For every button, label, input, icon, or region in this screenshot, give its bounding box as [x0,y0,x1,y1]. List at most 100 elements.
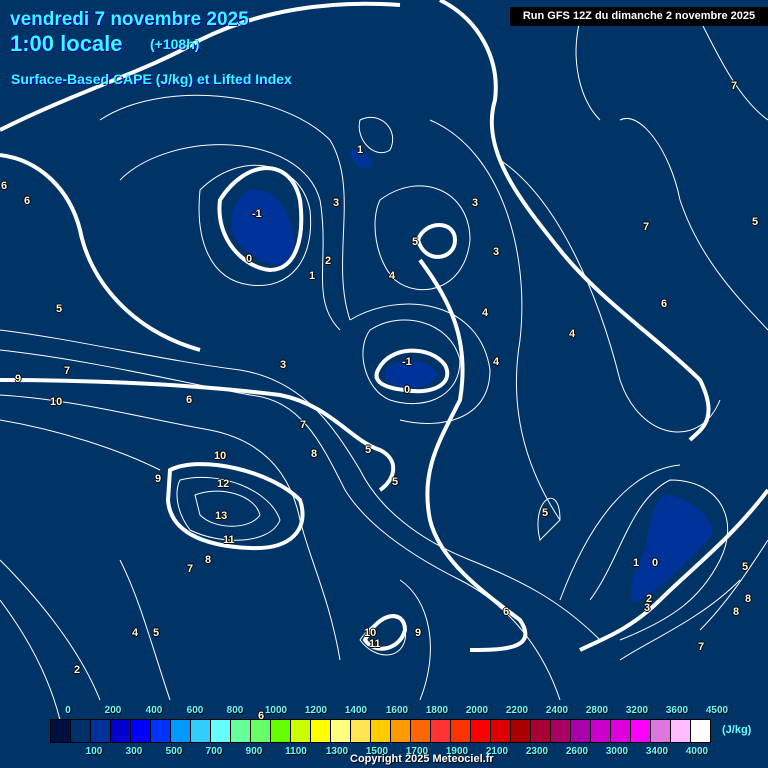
legend-tick: 2000 [465,705,489,716]
legend-tick: 1000 [264,705,288,716]
legend-tick: 500 [165,746,183,757]
legend-swatch [671,720,691,742]
copyright: Copyright 2025 Meteociel.fr [350,753,494,765]
legend-swatch [271,720,291,742]
thin-contours [0,19,768,721]
legend-swatch [251,720,271,742]
contour-label: 1 [633,557,640,569]
contour-label: 7 [300,419,307,431]
legend-swatch [631,720,651,742]
contour-label: -1 [402,356,412,368]
contour-label: 11 [223,534,235,546]
contour-label: 3 [644,602,651,614]
legend-tick: 2200 [505,705,529,716]
legend-tick: 2800 [585,705,609,716]
legend-tick: 1300 [325,746,349,757]
legend-tick: 3400 [645,746,669,757]
contour-label: 1 [357,144,364,156]
legend-tick: 600 [186,705,204,716]
legend-swatch [391,720,411,742]
legend-swatch [571,720,591,742]
parameter-title: Surface-Based CAPE (J/kg) et Lifted Inde… [11,71,292,87]
contour-label: 8 [733,606,740,618]
legend-tick: 200 [104,705,122,716]
forecast-hour: 1:00 locale [10,31,123,56]
legend-color-bar [50,719,711,743]
legend-swatch [551,720,571,742]
legend-swatch [91,720,111,742]
legend-swatch [491,720,511,742]
legend-swatch [131,720,151,742]
legend-swatch [151,720,171,742]
legend-tick: 300 [125,746,143,757]
contour-label: 4 [389,270,396,282]
legend-tick: 800 [226,705,244,716]
legend-tick: 2600 [565,746,589,757]
legend-tick: 2300 [525,746,549,757]
contour-label: 3 [472,197,479,209]
legend-tick: 2400 [545,705,569,716]
legend-swatch [51,720,71,742]
legend-swatch [591,720,611,742]
legend-swatch [171,720,191,742]
legend-swatch [211,720,231,742]
forecast-date: vendredi 7 novembre 2025 [10,9,249,30]
contour-label: 8 [311,448,318,460]
legend-swatch [71,720,91,742]
contour-label: 9 [415,627,422,639]
contour-label: 6 [661,298,668,310]
legend-swatch [111,720,131,742]
legend-tick: 700 [205,746,223,757]
legend-swatch [691,720,710,742]
weather-map: vendredi 7 novembre 2025 1:00 locale (+1… [0,0,768,768]
li-area-west [231,189,295,265]
legend-tick: 4500 [705,705,729,716]
legend-swatch [451,720,471,742]
contour-label: -1 [252,208,262,220]
contour-map [0,0,768,721]
contour-label: 0 [652,557,659,569]
contour-label: 9 [155,473,162,485]
legend-tick: 3000 [605,746,629,757]
legend-swatch [351,720,371,742]
contour-label: 4 [493,356,500,368]
legend-tick: 100 [85,746,103,757]
legend-swatch [431,720,451,742]
legend-swatch [611,720,631,742]
contour-label: 5 [412,236,419,248]
contour-label: 7 [64,365,71,377]
legend-swatch [331,720,351,742]
contour-label: 7 [643,221,650,233]
contour-label: 10 [50,396,63,408]
legend-tick: 900 [245,746,263,757]
contour-label: 3 [493,246,500,258]
legend-tick: 1800 [425,705,449,716]
contour-label: 2 [325,255,332,267]
contour-label: 13 [215,510,228,522]
legend-swatch [471,720,491,742]
contour-label: 5 [365,444,372,456]
contour-label: 8 [205,554,212,566]
contour-label: 5 [752,216,759,228]
contour-label: 7 [187,563,194,575]
contour-label: 5 [56,303,63,315]
legend-swatch [531,720,551,742]
contour-label: 0 [246,253,253,265]
contour-label: 6 [503,606,510,618]
contour-label: 10 [214,450,227,462]
contour-label: 5 [742,561,749,573]
legend-swatch [311,720,331,742]
legend-tick: 400 [145,705,163,716]
legend-swatch [411,720,431,742]
contour-label: 6 [186,394,193,406]
legend-tick: 4000 [685,746,709,757]
contour-label: 5 [542,507,549,519]
contour-label: 11 [369,638,381,650]
legend-swatch [511,720,531,742]
legend-swatch [371,720,391,742]
contour-label: 4 [569,328,576,340]
forecast-lead-time: (+108h) [150,36,200,52]
legend-tick: 1400 [344,705,368,716]
li-area-east [630,495,713,602]
contour-label: 2 [74,664,81,676]
